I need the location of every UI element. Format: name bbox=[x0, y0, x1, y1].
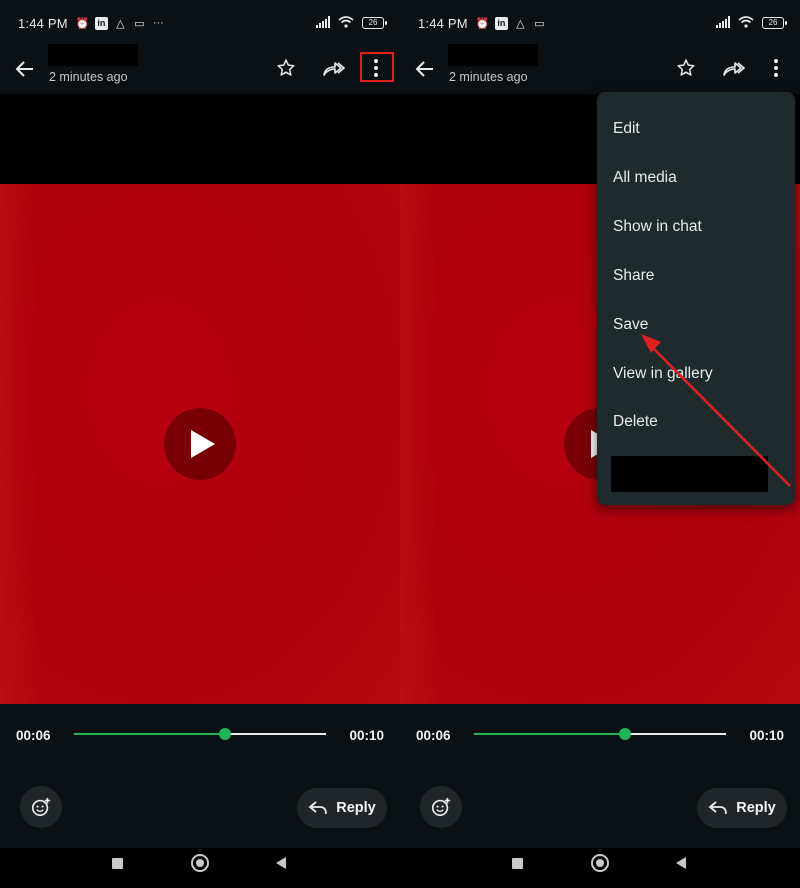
redacted-contact-name bbox=[48, 44, 138, 66]
seek-thumb[interactable] bbox=[219, 728, 232, 740]
recents-icon[interactable] bbox=[512, 858, 523, 869]
reply-icon bbox=[308, 801, 328, 815]
timestamp-subtitle: 2 minutes ago bbox=[449, 70, 528, 84]
reply-label: Reply bbox=[736, 800, 776, 816]
status-bar: 1:44 PM ⏰ in △ ▭ 26 bbox=[400, 0, 800, 46]
battery-icon: 26 bbox=[762, 17, 787, 29]
home-icon[interactable] bbox=[191, 854, 209, 872]
duration: 00:10 bbox=[349, 728, 384, 743]
seek-bar[interactable] bbox=[474, 728, 726, 740]
alarm-icon: ⏰ bbox=[75, 17, 90, 30]
menu-item-save[interactable]: Save bbox=[613, 316, 648, 334]
laptop-icon: ▭ bbox=[534, 17, 545, 30]
more-notifications-icon: ··· bbox=[152, 17, 164, 29]
current-time: 00:06 bbox=[16, 728, 51, 743]
forward-button[interactable] bbox=[720, 55, 748, 81]
status-time: 1:44 PM bbox=[18, 15, 68, 31]
forward-icon bbox=[723, 62, 746, 76]
reply-icon bbox=[708, 801, 728, 815]
add-reaction-icon bbox=[431, 797, 451, 817]
redacted-contact-name bbox=[448, 44, 538, 66]
status-time: 1:44 PM bbox=[418, 15, 468, 31]
more-vert-icon bbox=[774, 59, 778, 77]
reply-button[interactable]: Reply bbox=[697, 788, 787, 828]
star-icon bbox=[677, 59, 695, 76]
signal-icon bbox=[716, 15, 730, 31]
current-time: 00:06 bbox=[416, 728, 451, 743]
black-band bbox=[0, 94, 400, 184]
redacted-menu-item bbox=[611, 456, 768, 492]
wifi-icon bbox=[738, 15, 754, 31]
menu-item-share[interactable]: Share bbox=[613, 267, 654, 285]
react-button[interactable] bbox=[420, 786, 462, 828]
forward-button[interactable] bbox=[320, 55, 348, 81]
arrow-left-icon bbox=[415, 61, 433, 77]
status-bar: 1:44 PM ⏰ in △ ▭ ··· 26 bbox=[0, 0, 400, 46]
reply-button[interactable]: Reply bbox=[297, 788, 387, 828]
seek-bar-fill bbox=[474, 733, 626, 735]
screen-left: 1:44 PM ⏰ in △ ▭ ··· 26 2 minutes ago 00… bbox=[0, 0, 400, 888]
star-button[interactable] bbox=[273, 55, 299, 81]
home-icon[interactable] bbox=[591, 854, 609, 872]
nav-back-icon[interactable] bbox=[676, 857, 686, 869]
app-bar: 2 minutes ago bbox=[400, 44, 800, 94]
menu-item-view-in-gallery[interactable]: View in gallery bbox=[613, 365, 713, 383]
drive-icon: △ bbox=[516, 17, 525, 30]
nav-back-icon[interactable] bbox=[276, 857, 286, 869]
highlight-box bbox=[360, 52, 394, 82]
seek-thumb[interactable] bbox=[619, 728, 632, 740]
duration: 00:10 bbox=[749, 728, 784, 743]
star-button[interactable] bbox=[673, 55, 699, 81]
play-button[interactable] bbox=[164, 408, 236, 480]
arrow-left-icon bbox=[15, 61, 33, 77]
add-reaction-icon bbox=[31, 797, 51, 817]
react-button[interactable] bbox=[20, 786, 62, 828]
play-icon bbox=[191, 430, 215, 458]
timestamp-subtitle: 2 minutes ago bbox=[49, 70, 128, 84]
overflow-menu: Edit All media Show in chat Share Save V… bbox=[597, 92, 795, 505]
drive-icon: △ bbox=[116, 17, 125, 30]
system-nav-bar bbox=[400, 848, 800, 888]
linkedin-icon: in bbox=[94, 16, 108, 30]
app-bar: 2 minutes ago bbox=[0, 44, 400, 94]
signal-icon bbox=[316, 15, 330, 31]
menu-item-show-in-chat[interactable]: Show in chat bbox=[613, 218, 702, 236]
menu-item-delete[interactable]: Delete bbox=[613, 413, 658, 431]
more-options-button[interactable] bbox=[763, 55, 789, 81]
video-player[interactable] bbox=[0, 184, 400, 704]
back-button[interactable] bbox=[12, 56, 38, 82]
seek-bar-fill bbox=[74, 733, 226, 735]
laptop-icon: ▭ bbox=[134, 17, 145, 30]
reply-label: Reply bbox=[336, 800, 376, 816]
menu-item-all-media[interactable]: All media bbox=[613, 169, 677, 187]
linkedin-icon: in bbox=[494, 16, 508, 30]
wifi-icon bbox=[338, 15, 354, 31]
seek-bar[interactable] bbox=[74, 728, 326, 740]
battery-icon: 26 bbox=[362, 17, 387, 29]
recents-icon[interactable] bbox=[112, 858, 123, 869]
star-icon bbox=[277, 59, 295, 76]
system-nav-bar bbox=[0, 848, 400, 888]
menu-item-edit[interactable]: Edit bbox=[613, 120, 640, 138]
forward-icon bbox=[323, 62, 346, 76]
alarm-icon: ⏰ bbox=[475, 17, 490, 30]
back-button[interactable] bbox=[412, 56, 438, 82]
